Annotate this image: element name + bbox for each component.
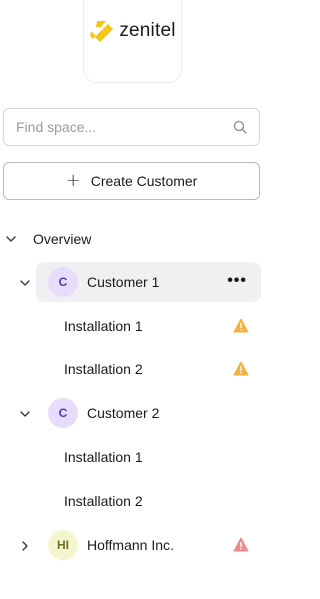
avatar: C: [48, 398, 78, 428]
installation-name: Installation 2: [64, 361, 143, 377]
search-input[interactable]: [16, 119, 233, 135]
installation-name: Installation 1: [64, 318, 143, 334]
create-customer-button[interactable]: + Create Customer: [3, 162, 260, 200]
error-icon: [233, 537, 249, 552]
brand-name: zenitel: [119, 20, 176, 41]
tree-item-customer-1[interactable]: C Customer 1 •••: [36, 262, 261, 302]
chevron-down-icon[interactable]: [19, 277, 31, 289]
tree-item-overview[interactable]: Overview: [5, 228, 91, 250]
tree-item-installation[interactable]: Installation 2: [64, 491, 143, 511]
avatar: HI: [48, 530, 78, 560]
tree-item-installation[interactable]: Installation 2: [64, 359, 143, 379]
chevron-down-icon[interactable]: [5, 233, 17, 245]
logo-card: zenitel: [83, 0, 182, 83]
search-icon[interactable]: [233, 120, 247, 134]
chevron-right-icon[interactable]: [19, 540, 31, 552]
overview-label: Overview: [33, 231, 92, 247]
zenitel-logo-icon: [90, 21, 114, 42]
more-options-icon[interactable]: •••: [227, 273, 247, 289]
tree-item-hoffmann-inc[interactable]: HI Hoffmann Inc.: [36, 525, 261, 565]
create-customer-label: Create Customer: [90, 173, 198, 189]
installation-name: Installation 1: [64, 449, 143, 465]
installation-name: Installation 2: [64, 493, 143, 509]
customer-name: Customer 1: [87, 274, 160, 290]
search-box[interactable]: [3, 108, 260, 146]
chevron-down-icon[interactable]: [19, 408, 31, 420]
customer-name: Customer 2: [87, 405, 160, 421]
tree-item-installation[interactable]: Installation 1: [64, 316, 143, 336]
tree-item-customer-2[interactable]: C Customer 2: [36, 393, 261, 433]
warning-icon: [233, 361, 249, 376]
warning-icon: [233, 318, 249, 333]
tree-item-installation[interactable]: Installation 1: [64, 447, 143, 467]
customer-name: Hoffmann Inc.: [87, 537, 174, 553]
brand-logo: zenitel: [89, 18, 175, 44]
plus-icon: +: [65, 170, 81, 191]
avatar: C: [48, 267, 78, 297]
